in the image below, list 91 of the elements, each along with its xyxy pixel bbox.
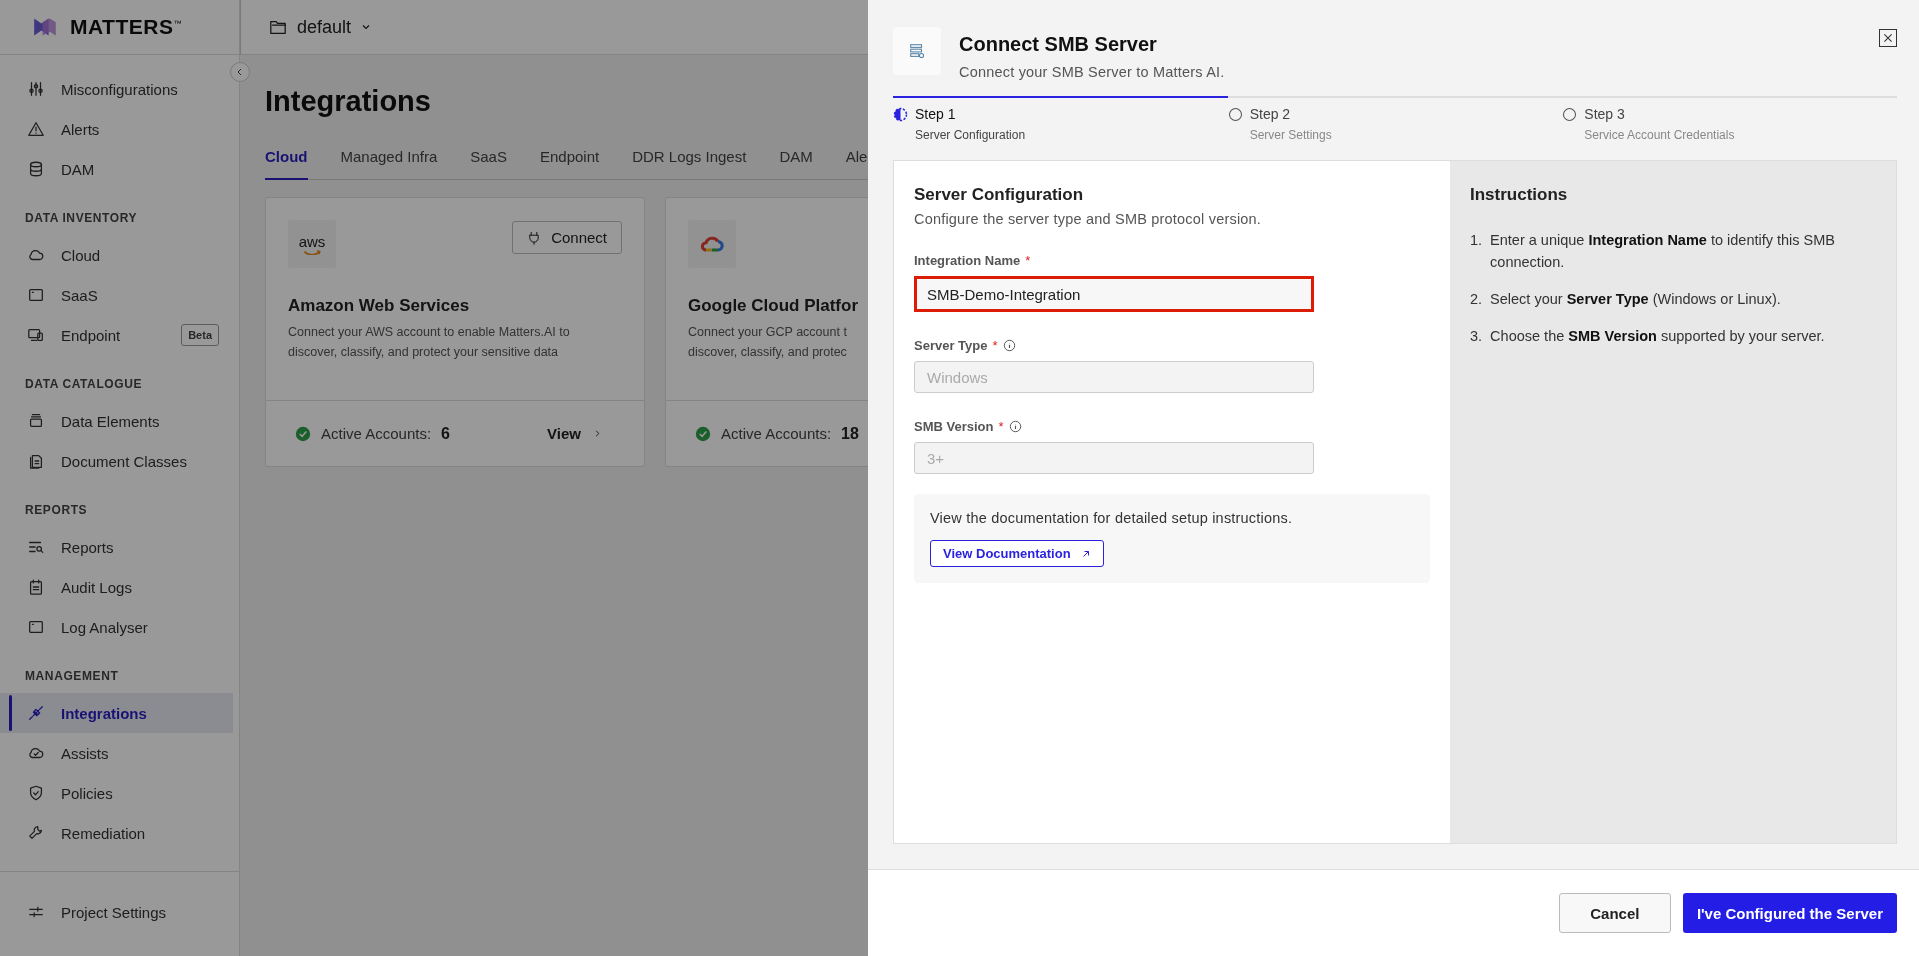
sidebar-item[interactable]: Alerts (0, 109, 233, 149)
check-circle-icon (295, 425, 311, 442)
database-icon (27, 160, 45, 178)
field-label: Integration Name (914, 253, 1021, 268)
tab[interactable]: Endpoint (539, 148, 600, 180)
card-title: Google Cloud Platfor (687, 295, 859, 317)
form-subheading: Configure the server type and SMB protocol version. (914, 211, 1263, 227)
tab[interactable]: DDR Logs Ingest (632, 148, 747, 180)
card-description: Connect your AWS account to enable Matters.AI to discover, classify, and protect your sensitive data (287, 324, 571, 361)
logo-text: aws (298, 233, 326, 249)
sidebar-item[interactable]: Cloud (0, 235, 233, 275)
documentation-hint: View the documentation for detailed setup instructions. (930, 510, 1294, 526)
warning-icon (27, 120, 45, 138)
section-heading: DATA INVENTORY (24, 210, 139, 227)
folder-icon (269, 18, 287, 36)
shield-icon (27, 784, 45, 802)
field-label: SMB Version (914, 419, 994, 434)
window-icon (27, 286, 45, 304)
input-field[interactable]: SMB-Demo-Integration (914, 276, 1314, 312)
required-asterisk: * (992, 338, 998, 353)
half-circle-icon (893, 106, 908, 122)
active-accounts-label: Active Accounts: (721, 425, 832, 442)
card-description: Connect your GCP account t (687, 324, 848, 341)
view-documentation-button[interactable]: View Documentation (930, 540, 1104, 567)
step-number: 1. (1470, 231, 1483, 250)
sidebar-item[interactable]: Log Analyser (0, 607, 233, 647)
stepper-step[interactable]: Step 2 Server Settings (1227, 96, 1563, 142)
active-accounts-count: 6 (441, 424, 450, 443)
sidebar-item[interactable]: SaaS (0, 275, 233, 315)
card-title: Amazon Web Services (287, 295, 471, 317)
instruction-text: Enter a unique Integration Name to identify this SMB connection. (1490, 231, 1837, 272)
sidebar-item[interactable]: Remediation (0, 813, 233, 853)
project-selector[interactable]: default (269, 16, 372, 38)
circle-icon (1562, 106, 1578, 122)
sidebar-item[interactable]: Assists (0, 733, 233, 773)
confirm-button[interactable]: I've Configured the Server (1682, 893, 1897, 933)
sidebar-item[interactable]: Policies (0, 773, 233, 813)
instruction-text: Choose the SMB Version supported by your server. (1490, 327, 1825, 346)
field-label: Server Type (914, 338, 988, 353)
view-link[interactable]: View (547, 425, 618, 442)
drawer-subtitle: Connect your SMB Server to Matters AI. (959, 64, 1225, 80)
instructions-title: Instructions (1470, 185, 1569, 205)
instruction-text: Select your Server Type (Windows or Linux). (1490, 290, 1781, 309)
sidebar-item[interactable]: Project Settings (0, 892, 233, 932)
stepper-step[interactable]: Step 3 Service Account Credentials (1562, 96, 1897, 142)
sidebar-item[interactable]: Audit Logs (0, 567, 233, 607)
document-icon (27, 452, 45, 470)
active-accounts-label: Active Accounts: (321, 425, 432, 442)
plug-icon (27, 704, 45, 722)
required-asterisk: * (998, 419, 1004, 434)
sidebar-item[interactable]: Integrations (0, 693, 233, 733)
card-description: discover, classify, and protec (687, 344, 848, 361)
chevron-down-icon (361, 22, 372, 32)
stepper-step[interactable]: Step 1 Server Configuration (893, 96, 1228, 142)
wrench-icon (27, 824, 45, 842)
tab[interactable]: Managed Infra (340, 148, 438, 180)
form-heading: Server Configuration (914, 185, 1085, 205)
section-heading: REPORTS (24, 502, 89, 519)
devices-icon (27, 326, 45, 344)
sidebar-item[interactable]: Endpoint Beta (0, 315, 233, 355)
logo-wordmark: MATTERS$^{™}$ (70, 15, 182, 39)
server-list-icon (908, 42, 926, 60)
close-icon (1882, 32, 1894, 44)
plug-icon (527, 230, 542, 245)
drawer-title: Connect SMB Server (959, 33, 1158, 56)
close-button[interactable] (1879, 29, 1897, 47)
chevron-right-icon (593, 429, 602, 438)
tab[interactable]: Cloud (265, 148, 308, 180)
section-heading: MANAGEMENT (24, 668, 120, 685)
sliders-icon (27, 80, 45, 98)
step-number: 2. (1470, 290, 1483, 309)
sidebar-item[interactable]: Data Elements (0, 401, 233, 441)
clipboard-icon (27, 578, 45, 596)
circle-icon (1227, 106, 1243, 122)
stack-icon (27, 412, 45, 430)
step-number: 3. (1470, 327, 1483, 346)
sidebar-item[interactable]: Document Classes (0, 441, 233, 481)
page-title: Integrations (265, 85, 431, 118)
check-circle-icon (695, 425, 711, 442)
required-asterisk: * (1025, 253, 1031, 268)
window-icon (27, 618, 45, 636)
tab[interactable]: DAM (779, 148, 813, 180)
connect-button[interactable]: Connect (512, 221, 622, 254)
sidebar-item[interactable]: Reports (0, 527, 233, 567)
cancel-button[interactable]: Cancel (1558, 893, 1671, 933)
beta-tag: Beta (181, 324, 219, 346)
tab[interactable]: SaaS (470, 148, 507, 180)
active-accounts-count: 18 (841, 424, 859, 443)
sidebar-item[interactable]: DAM (0, 149, 233, 189)
tab[interactable]: Ale (845, 148, 868, 180)
section-heading: DATA CATALOGUE (24, 376, 144, 393)
